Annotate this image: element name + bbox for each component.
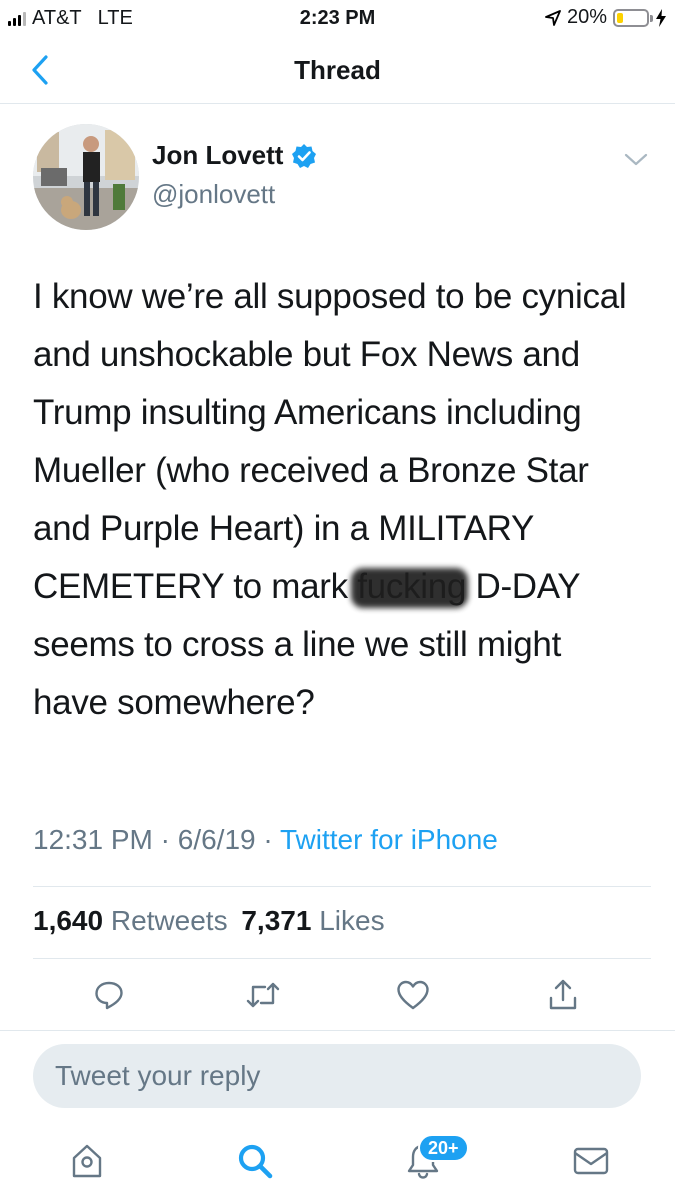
- messages-icon: [573, 1147, 609, 1175]
- redacted-word: fucking: [357, 558, 466, 616]
- tweet-text-part: I know we’re all supposed to be cynical …: [33, 277, 627, 606]
- tweet-date: 6/6/19: [177, 824, 256, 855]
- tweet-text: I know we’re all supposed to be cynical …: [33, 268, 643, 732]
- likes-count[interactable]: 7,371: [241, 905, 311, 936]
- tweet-time: 12:31 PM: [33, 824, 153, 855]
- share-button[interactable]: [543, 975, 583, 1015]
- page-title: Thread: [294, 55, 381, 85]
- author-name[interactable]: Jon Lovett: [152, 140, 283, 171]
- reply-icon: [95, 981, 123, 1010]
- share-icon: [549, 979, 577, 1010]
- tweet-actions: [0, 975, 675, 1019]
- meta-separator: ·: [263, 824, 273, 855]
- reply-bar: [0, 1030, 675, 1120]
- tweet-stats: 1,640 Retweets 7,371 Likes: [33, 905, 385, 937]
- retweet-button[interactable]: [243, 975, 283, 1015]
- tab-home[interactable]: [62, 1136, 112, 1186]
- nav-bar: Thread: [0, 36, 675, 104]
- battery-percent: 20%: [566, 6, 607, 28]
- avatar-photo: [33, 124, 139, 230]
- chevron-down-icon[interactable]: [622, 150, 650, 170]
- likes-label[interactable]: Likes: [319, 905, 384, 936]
- retweets-label[interactable]: Retweets: [111, 905, 228, 936]
- home-icon: [72, 1144, 102, 1178]
- status-bar: AT&T LTE 2:23 PM 20%: [0, 0, 675, 36]
- notifications-badge: 20+: [418, 1134, 469, 1162]
- tweet-source-link[interactable]: Twitter for iPhone: [280, 824, 498, 855]
- divider: [33, 958, 651, 959]
- retweet-icon: [246, 982, 280, 1008]
- like-icon: [397, 980, 429, 1010]
- meta-separator: ·: [160, 824, 170, 855]
- tweet-meta: 12:31 PM · 6/6/19 · Twitter for iPhone: [33, 824, 498, 856]
- author-handle[interactable]: @jonlovett: [152, 179, 275, 210]
- avatar[interactable]: [33, 124, 139, 230]
- tab-search[interactable]: [230, 1136, 280, 1186]
- battery-icon: [613, 8, 653, 27]
- reply-input[interactable]: [33, 1044, 641, 1108]
- tab-bar: 20+: [0, 1120, 675, 1200]
- verified-badge-icon: [292, 143, 317, 168]
- tab-messages[interactable]: [566, 1136, 616, 1186]
- search-icon: [238, 1144, 273, 1179]
- divider: [33, 886, 651, 887]
- location-arrow-icon: [545, 9, 561, 26]
- retweets-count[interactable]: 1,640: [33, 905, 103, 936]
- like-button[interactable]: [393, 975, 433, 1015]
- reply-button[interactable]: [89, 975, 129, 1015]
- charging-bolt-icon: [656, 8, 666, 27]
